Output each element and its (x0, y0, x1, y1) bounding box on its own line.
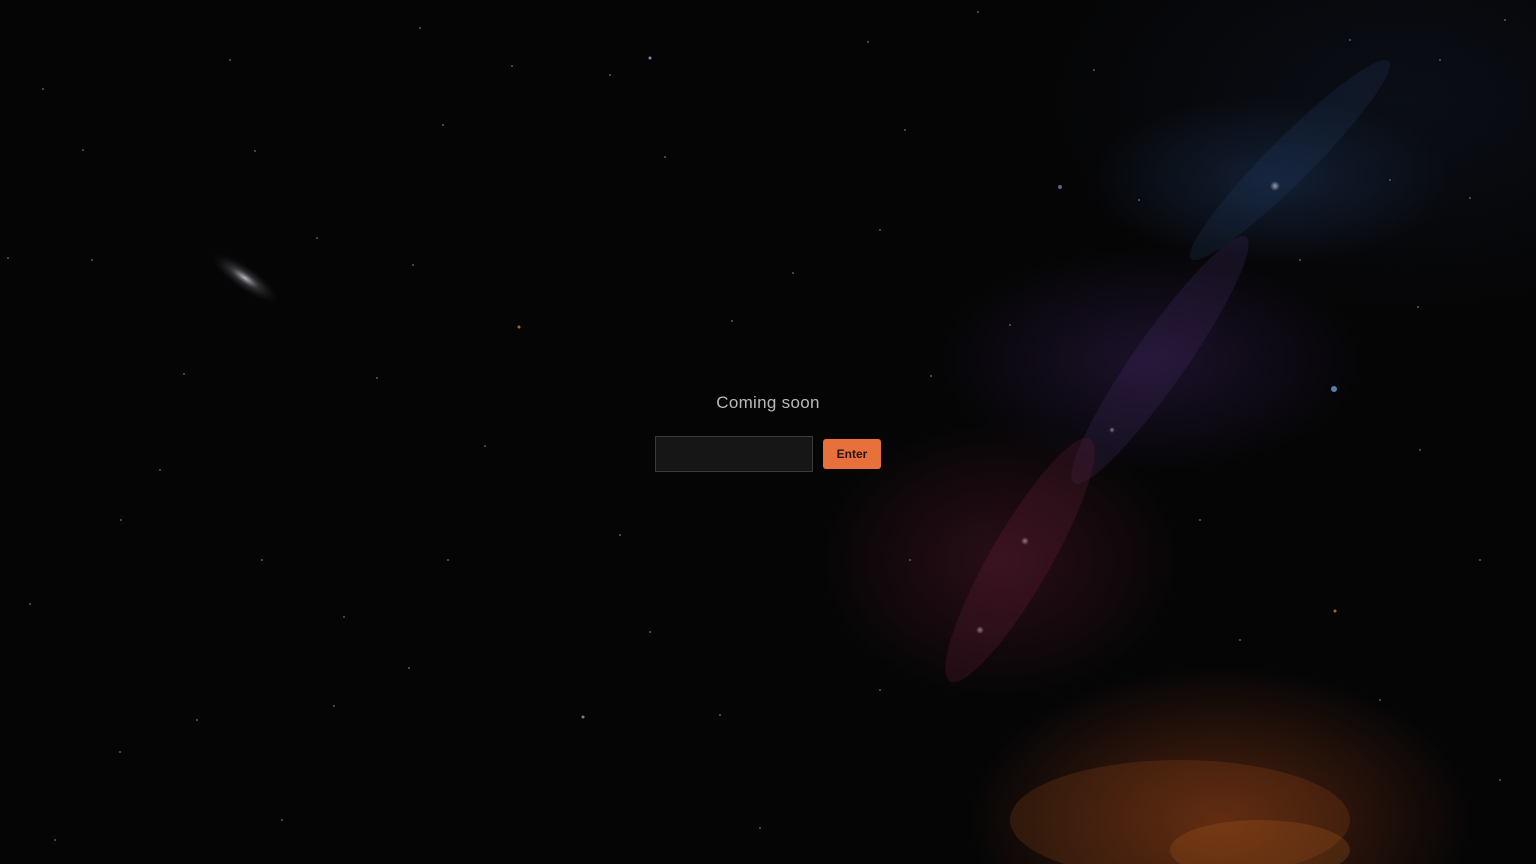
coming-soon-panel: Coming soon Enter (0, 0, 1536, 864)
access-code-input[interactable] (655, 436, 813, 472)
enter-button[interactable]: Enter (823, 439, 881, 469)
page-title: Coming soon (716, 393, 820, 412)
